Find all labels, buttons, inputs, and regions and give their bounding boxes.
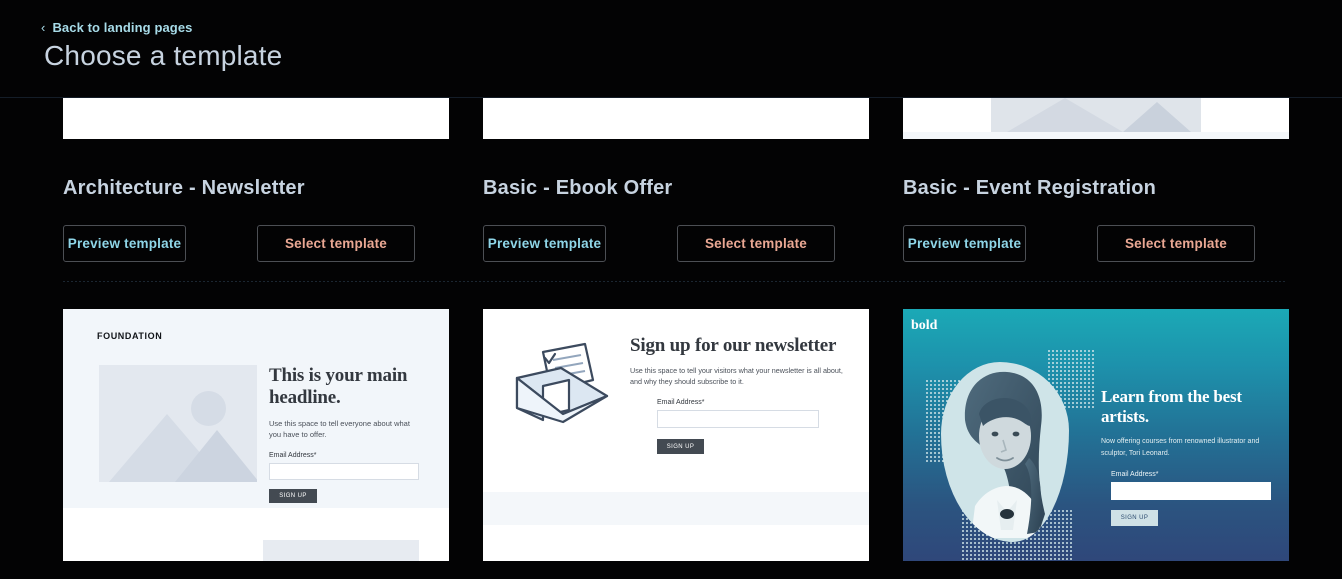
template-grid: Architecture - Newsletter Preview templa…: [0, 98, 1342, 561]
template-card-basic-ebook-offer: Basic - Ebook Offer Preview template Sel…: [483, 98, 869, 262]
newsletter-body: Use this space to tell your visitors wha…: [630, 365, 843, 386]
foundation-headline: This is your main headline.: [269, 365, 408, 408]
template-thumbnail[interactable]: [483, 98, 869, 139]
newsletter-preview: Sign up for our newsletter Use this spac…: [483, 309, 869, 561]
bold-copy: Learn from the best artists. Now offerin…: [1101, 387, 1273, 526]
template-card-bold: bold Learn from the best artists. Now of…: [903, 309, 1289, 561]
image-placeholder-icon: [99, 365, 257, 482]
page-header: ‹ Back to landing pages Choose a templat…: [0, 0, 1342, 98]
template-card-foundation: FOUNDATION This is your main headline. U…: [63, 309, 449, 561]
newsletter-copy: Sign up for our newsletter Use this spac…: [630, 335, 845, 455]
preview-template-button[interactable]: Preview template: [903, 225, 1026, 262]
foundation-email-input[interactable]: [269, 462, 419, 480]
foundation-signup-button[interactable]: SIGN UP: [269, 488, 317, 503]
preview-template-button[interactable]: Preview template: [483, 225, 606, 262]
select-template-button[interactable]: Select template: [257, 225, 415, 262]
foundation-body: Use this space to tell everyone about wh…: [269, 418, 410, 440]
foundation-email-label: Email Address*: [269, 451, 317, 459]
newsletter-email-label: Email Address*: [657, 399, 705, 407]
template-thumbnail[interactable]: [903, 98, 1289, 139]
preview-template-button[interactable]: Preview template: [63, 225, 186, 262]
template-card-newsletter: Sign up for our newsletter Use this spac…: [483, 309, 869, 561]
foundation-copy: This is your main headline. Use this spa…: [269, 365, 421, 503]
bold-email-input[interactable]: [1111, 481, 1271, 500]
bold-logo: bold: [911, 318, 938, 333]
template-thumbnail[interactable]: [63, 98, 449, 139]
bold-body: Now offering courses from renowned illus…: [1101, 438, 1260, 457]
template-actions: Preview template Select template: [483, 225, 869, 262]
newsletter-signup-button[interactable]: SIGN UP: [657, 439, 704, 455]
template-thumbnail[interactable]: bold Learn from the best artists. Now of…: [903, 309, 1289, 561]
page-title: Choose a template: [44, 40, 283, 71]
envelope-icon: [515, 342, 609, 424]
select-template-button[interactable]: Select template: [1097, 225, 1255, 262]
newsletter-email-input[interactable]: [657, 410, 819, 429]
foundation-logo: FOUNDATION: [97, 331, 163, 341]
template-actions: Preview template Select template: [903, 225, 1289, 262]
newsletter-headline: Sign up for our newsletter: [630, 335, 837, 356]
bold-form: Email Address* SIGN UP: [1111, 471, 1273, 526]
foundation-footer-section: [63, 508, 449, 561]
template-row-2: FOUNDATION This is your main headline. U…: [0, 309, 1342, 561]
template-card-basic-event-registration: Basic - Event Registration Preview templ…: [903, 98, 1289, 262]
row-divider: [63, 281, 1287, 282]
select-template-button[interactable]: Select template: [677, 225, 835, 262]
template-actions: Preview template Select template: [63, 225, 449, 262]
bold-headline: Learn from the best artists.: [1101, 387, 1242, 427]
foundation-preview: FOUNDATION This is your main headline. U…: [63, 309, 449, 561]
template-chooser-page: ‹ Back to landing pages Choose a templat…: [0, 0, 1342, 579]
template-thumbnail[interactable]: FOUNDATION This is your main headline. U…: [63, 309, 449, 561]
chevron-left-icon: ‹: [41, 20, 46, 35]
bold-signup-button[interactable]: SIGN UP: [1111, 509, 1158, 526]
template-row-1: Architecture - Newsletter Preview templa…: [0, 98, 1342, 282]
newsletter-footer-section: [483, 492, 869, 525]
back-to-landing-pages-link[interactable]: ‹ Back to landing pages: [41, 20, 193, 35]
template-name: Architecture - Newsletter: [63, 177, 305, 199]
template-card-architecture-newsletter: Architecture - Newsletter Preview templa…: [63, 98, 449, 262]
template-name: Basic - Ebook Offer: [483, 177, 673, 199]
template-thumbnail[interactable]: Sign up for our newsletter Use this spac…: [483, 309, 869, 561]
thumbnail-band: [903, 132, 1289, 139]
image-placeholder-icon: [991, 98, 1201, 132]
bold-email-label: Email Address*: [1111, 470, 1159, 478]
newsletter-form: Email Address* SIGN UP: [657, 399, 845, 455]
back-link-label: Back to landing pages: [52, 20, 193, 35]
bold-preview: bold Learn from the best artists. Now of…: [903, 309, 1289, 561]
template-name: Basic - Event Registration: [903, 177, 1157, 199]
